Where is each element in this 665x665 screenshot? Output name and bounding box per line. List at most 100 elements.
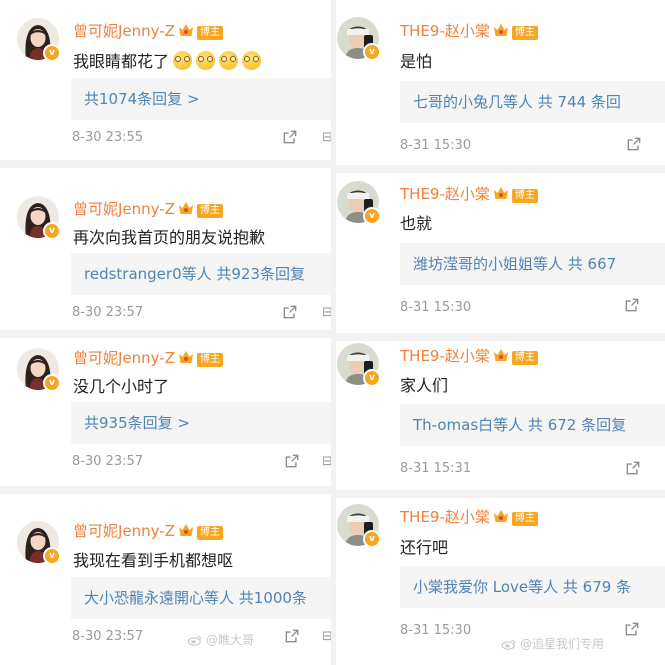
author-name[interactable]: THE9-赵小棠 博主 (400, 345, 538, 366)
verified-badge-icon: v (43, 374, 61, 392)
share-icon[interactable] (625, 622, 639, 636)
avatar[interactable]: v (337, 343, 381, 387)
author-name-text: 曾可妮Jenny-Z (73, 200, 175, 218)
watermark-text: @追星我们专用 (520, 637, 605, 651)
dizzy-emoji-icon (219, 51, 239, 70)
crown-icon (178, 23, 194, 37)
share-icon[interactable] (283, 305, 297, 319)
reply-summary-link[interactable]: 共1074条回复 > (71, 78, 331, 120)
dizzy-emoji-icon (242, 51, 262, 70)
watermark-text: @瞧大哥 (206, 633, 255, 647)
comment-text: 再次向我首页的朋友说抱歉 (73, 228, 266, 247)
comment-item: v 曾可妮Jenny-Z 博主 再次向我首页的朋友说抱歉 redstranger0… (0, 168, 331, 330)
reply-summary-link[interactable]: redstranger0等人 共923条回复 (71, 253, 331, 295)
avatar[interactable]: v (337, 181, 381, 225)
timestamp: 8-30 23:57 (72, 629, 144, 644)
author-tag: 博主 (196, 26, 223, 40)
avatar[interactable]: v (337, 504, 381, 548)
reply-summary-link[interactable]: 小棠我爱你 Love等人 共 679 条 (400, 566, 665, 608)
comment-separator (0, 160, 331, 168)
timestamp: 8-31 15:31 (400, 461, 472, 476)
timestamp: 8-30 23:57 (72, 305, 144, 320)
author-tag: 博主 (511, 512, 538, 526)
comment-text-content: 我眼睛都花了 (73, 52, 170, 71)
author-name-text: THE9-赵小棠 (400, 347, 490, 365)
reply-summary-link[interactable]: 潍坊滢哥的小姐姐等人 共 667 (400, 243, 665, 285)
dizzy-emoji-icon (173, 51, 193, 70)
verified-badge-icon: v (43, 44, 61, 62)
share-icon[interactable] (283, 130, 297, 144)
comment-separator (336, 333, 665, 341)
crown-icon (178, 201, 194, 215)
avatar[interactable]: v (17, 348, 61, 392)
timestamp: 8-31 15:30 (400, 623, 472, 638)
comment-text: 家人们 (400, 376, 449, 395)
author-name[interactable]: 曾可妮Jenny-Z 博主 (73, 198, 223, 219)
author-name-text: THE9-赵小棠 (400, 185, 490, 203)
author-tag: 博主 (196, 353, 223, 367)
comment-separator (0, 486, 331, 494)
comment-item: v THE9-赵小棠 博主 也就 潍坊滢哥的小姐姐等人 共 667 8-31 15… (336, 173, 665, 333)
comment-item: v 曾可妮Jenny-Z 博主 没几个小时了 共935条回复 > 8-30 23:… (0, 338, 331, 486)
timestamp: 8-31 15:30 (400, 300, 472, 315)
comment-text: 我现在看到手机都想呕 (73, 551, 234, 570)
timestamp: 8-30 23:55 (72, 130, 144, 145)
crown-icon (178, 523, 194, 537)
reply-summary-link[interactable]: Th-omas白等人 共 672 条回复 (400, 404, 665, 446)
watermark: @瞧大哥 (187, 631, 254, 648)
reply-summary-link[interactable]: 共935条回复 > (71, 402, 331, 444)
author-name[interactable]: 曾可妮Jenny-Z 博主 (73, 347, 223, 368)
verified-badge-icon: v (363, 207, 381, 225)
author-tag: 博主 (196, 204, 223, 218)
more-icon[interactable]: ⊟ (322, 305, 331, 320)
author-name-text: 曾可妮Jenny-Z (73, 522, 175, 540)
author-name[interactable]: THE9-赵小棠 博主 (400, 183, 538, 204)
author-tag: 博主 (511, 351, 538, 365)
crown-icon (493, 348, 509, 362)
more-icon[interactable]: ⊟ (322, 454, 331, 469)
dizzy-emoji-icon (196, 51, 216, 70)
verified-badge-icon: v (363, 43, 381, 61)
reply-summary-link[interactable]: 大小恐龍永遠開心等人 共1000条 (71, 577, 331, 619)
right-comment-column: v THE9-赵小棠 博主 是怕 七哥的小兔几等人 共 744 条回 8-31 1… (336, 0, 665, 665)
verified-badge-icon: v (43, 547, 61, 565)
avatar[interactable]: v (17, 521, 61, 565)
verified-badge-icon: v (363, 530, 381, 548)
comment-item: v THE9-赵小棠 博主 是怕 七哥的小兔几等人 共 744 条回 8-31 1… (336, 0, 665, 165)
comment-item: v THE9-赵小棠 博主 还行吧 小棠我爱你 Love等人 共 679 条 8-… (336, 498, 665, 665)
avatar[interactable]: v (337, 17, 381, 61)
more-icon[interactable]: ⊟ (322, 629, 331, 644)
crown-icon (493, 186, 509, 200)
author-name[interactable]: THE9-赵小棠 博主 (400, 506, 538, 527)
comment-separator (336, 165, 665, 173)
share-icon[interactable] (625, 298, 639, 312)
comment-text: 是怕 (400, 52, 433, 71)
crown-icon (493, 23, 509, 37)
comment-separator (336, 490, 665, 498)
verified-badge-icon: v (43, 222, 61, 240)
share-icon[interactable] (285, 629, 299, 643)
author-name-text: 曾可妮Jenny-Z (73, 349, 175, 367)
author-name[interactable]: 曾可妮Jenny-Z 博主 (73, 520, 223, 541)
author-name-text: THE9-赵小棠 (400, 22, 490, 40)
share-icon[interactable] (627, 137, 641, 151)
share-icon[interactable] (626, 461, 640, 475)
comment-separator (0, 330, 331, 338)
share-icon[interactable] (285, 454, 299, 468)
comment-text: 没几个小时了 (73, 377, 170, 396)
author-name[interactable]: THE9-赵小棠 博主 (400, 20, 538, 41)
author-tag: 博主 (511, 26, 538, 40)
comment-item: v 曾可妮Jenny-Z 博主 我现在看到手机都想呕 大小恐龍永遠開心等人 共10… (0, 494, 331, 665)
avatar[interactable]: v (17, 196, 61, 240)
author-name-text: THE9-赵小棠 (400, 508, 490, 526)
author-name-text: 曾可妮Jenny-Z (73, 22, 175, 40)
author-name[interactable]: 曾可妮Jenny-Z 博主 (73, 20, 223, 41)
weibo-logo-icon (187, 634, 203, 646)
watermark: @追星我们专用 (501, 635, 604, 652)
comment-text: 也就 (400, 214, 433, 233)
reply-summary-link[interactable]: 七哥的小兔几等人 共 744 条回 (400, 81, 665, 123)
comment-text: 还行吧 (400, 538, 449, 557)
left-comment-column: v 曾可妮Jenny-Z 博主 我眼睛都花了 共1074条回复 > 8-30 23… (0, 0, 331, 665)
avatar[interactable]: v (17, 18, 61, 62)
more-icon[interactable]: ⊟ (322, 130, 331, 145)
